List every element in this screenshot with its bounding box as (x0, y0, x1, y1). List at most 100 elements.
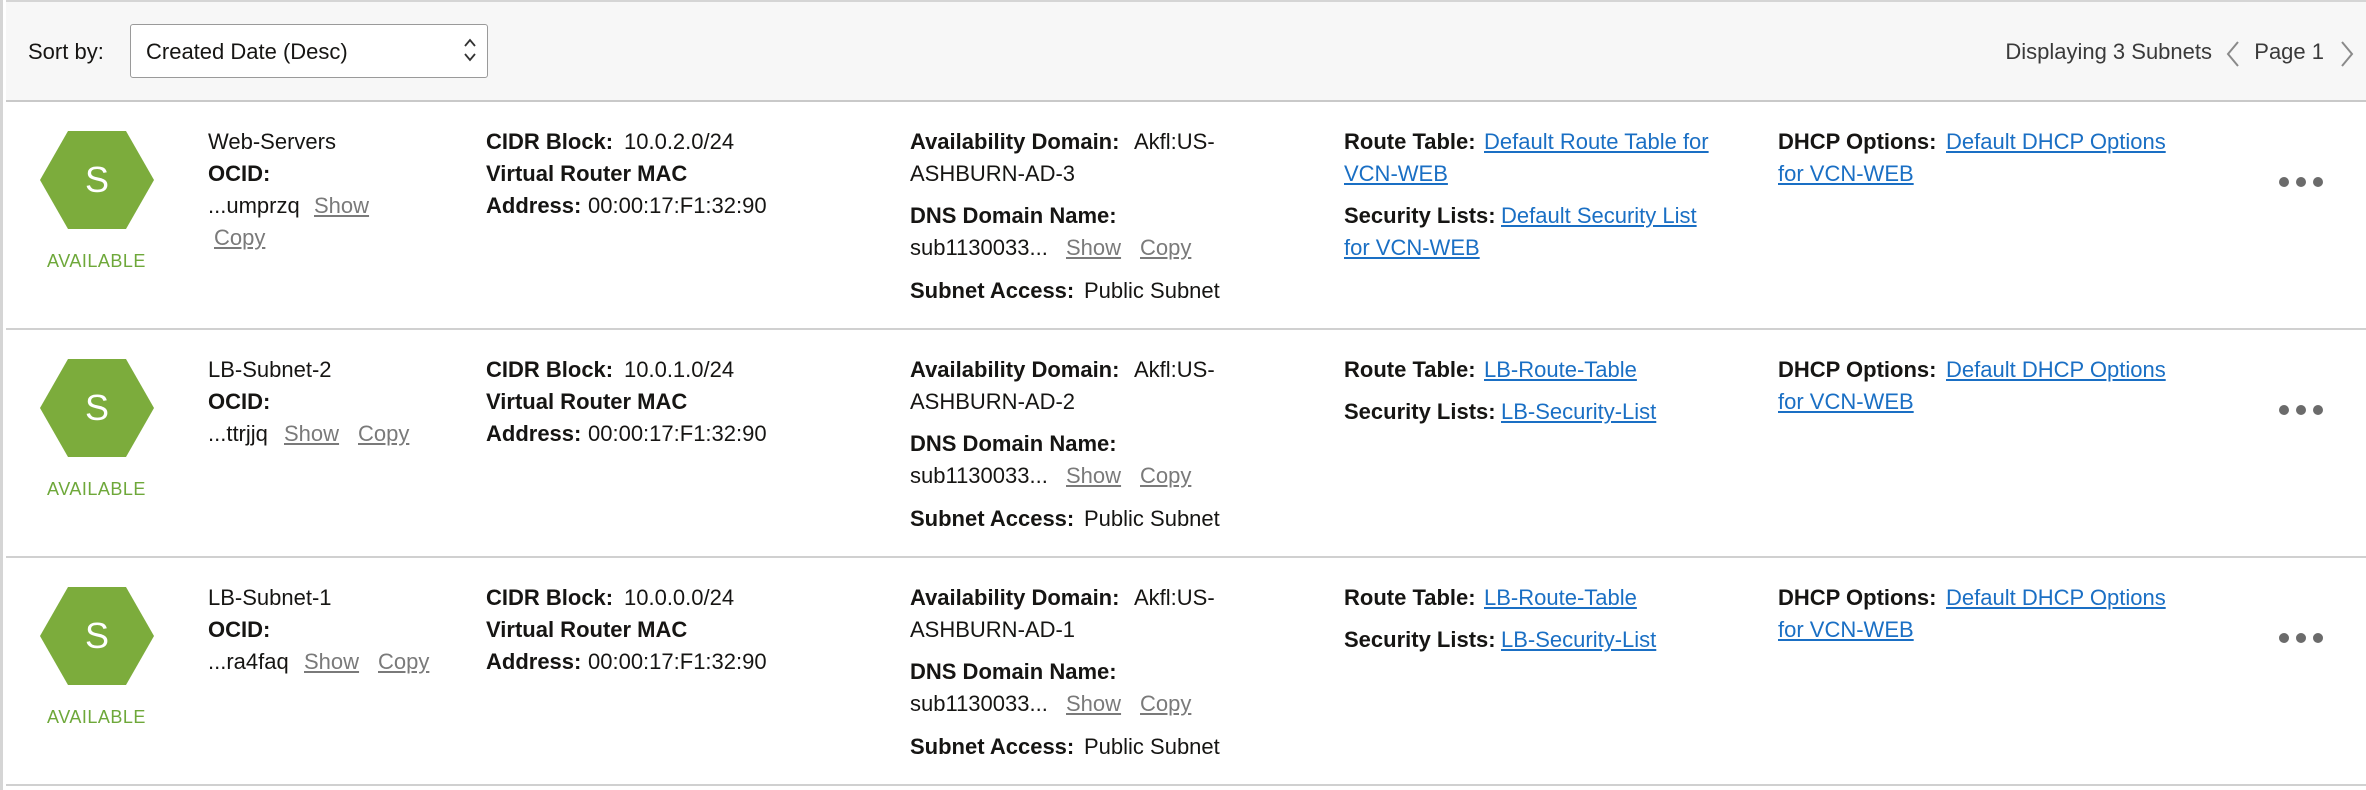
ocid-copy-link[interactable]: Copy (378, 646, 429, 678)
dns-show-link[interactable]: Show (1066, 460, 1121, 492)
subnet-row: S AVAILABLE LB-Subnet-1 OCID: ...ra4faq … (6, 558, 2366, 786)
ocid-copy-link[interactable]: Copy (214, 222, 265, 254)
security-lists-label: Security Lists: (1344, 399, 1496, 424)
dns-show-link[interactable]: Show (1066, 232, 1121, 264)
route-table-link-cont[interactable]: VCN-WEB (1344, 158, 1448, 190)
cidr-label: CIDR Block: (486, 129, 614, 154)
availability-domain-label: Availability Domain: (910, 585, 1120, 610)
security-lists-label: Security Lists: (1344, 627, 1496, 652)
dhcp-options-link-cont[interactable]: for VCN-WEB (1778, 386, 1914, 418)
route-table-link[interactable]: LB-Route-Table (1484, 354, 1637, 386)
displaying-count: Displaying 3 Subnets (2005, 39, 2212, 64)
availability-domain-value-cont: ASHBURN-AD-3 (910, 161, 1076, 186)
subnets-list-panel: Sort by: Created Date (Desc) Displaying … (0, 0, 2366, 790)
cidr-label: CIDR Block: (486, 357, 614, 382)
dns-domain-label: DNS Domain Name: (910, 203, 1117, 228)
dhcp-options-link[interactable]: Default DHCP Options (1946, 354, 2166, 386)
dns-domain-label: DNS Domain Name: (910, 431, 1117, 456)
subnet-hexagon-icon: S (40, 587, 154, 685)
route-table-label: Route Table: (1344, 585, 1476, 610)
subnet-access-label: Subnet Access: (910, 278, 1075, 303)
chevron-left-icon[interactable] (2225, 40, 2241, 68)
sort-label: Sort by: (28, 39, 104, 64)
dns-domain-label: DNS Domain Name: (910, 659, 1117, 684)
ocid-value: ...umprzq (208, 193, 300, 218)
dns-copy-link[interactable]: Copy (1140, 232, 1191, 264)
ocid-show-link[interactable]: Show (314, 190, 369, 222)
subnet-hexagon-icon: S (40, 359, 154, 457)
subnet-icon-letter: S (85, 159, 109, 200)
subnet-icon-letter: S (85, 387, 109, 428)
cidr-value: 10.0.2.0/24 (624, 129, 735, 154)
vr-mac-value: 00:00:17:F1:32:90 (588, 193, 767, 218)
dhcp-options-label: DHCP Options: (1778, 357, 1937, 382)
subnet-access-value: Public Subnet (1084, 278, 1220, 303)
security-list-link[interactable]: Default Security List (1501, 200, 1697, 232)
dns-domain-value: sub1130033... (910, 691, 1048, 716)
availability-domain-value-cont: ASHBURN-AD-2 (910, 389, 1076, 414)
ocid-show-link[interactable]: Show (304, 646, 359, 678)
dns-copy-link[interactable]: Copy (1140, 688, 1191, 720)
dhcp-options-link[interactable]: Default DHCP Options (1946, 582, 2166, 614)
security-lists-label: Security Lists: (1344, 203, 1496, 228)
ocid-show-link[interactable]: Show (284, 418, 339, 450)
more-actions-icon[interactable] (2278, 176, 2324, 188)
ocid-value: ...ttrjjq (208, 421, 268, 446)
cidr-value: 10.0.1.0/24 (624, 357, 735, 382)
route-table-label: Route Table: (1344, 357, 1476, 382)
ocid-label: OCID: (208, 161, 271, 186)
dhcp-options-link[interactable]: Default DHCP Options (1946, 126, 2166, 158)
subnet-access-value: Public Subnet (1084, 734, 1220, 759)
dns-domain-value: sub1130033... (910, 463, 1048, 488)
page-indicator: Page 1 (2254, 39, 2324, 64)
updown-chevron-icon (464, 38, 476, 62)
route-table-link[interactable]: LB-Route-Table (1484, 582, 1637, 614)
security-list-link-cont[interactable]: for VCN-WEB (1344, 232, 1480, 264)
more-actions-icon[interactable] (2278, 404, 2324, 416)
sort-select[interactable]: Created Date (Desc) (130, 24, 488, 78)
subnet-row: S AVAILABLE Web-Servers OCID: ...umprzq … (6, 102, 2366, 330)
dns-domain-value: sub1130033... (910, 235, 1048, 260)
chevron-right-icon[interactable] (2339, 40, 2355, 68)
subnet-name[interactable]: LB-Subnet-2 (208, 354, 332, 386)
security-list-link[interactable]: LB-Security-List (1501, 624, 1656, 656)
status-badge: AVAILABLE (47, 707, 146, 727)
availability-domain-label: Availability Domain: (910, 129, 1120, 154)
vr-mac-label: Virtual Router MAC (486, 161, 688, 186)
vr-mac-label: Virtual Router MAC (486, 617, 688, 642)
sort-selected-value: Created Date (Desc) (146, 39, 348, 64)
dhcp-options-label: DHCP Options: (1778, 585, 1937, 610)
subnet-name[interactable]: LB-Subnet-1 (208, 582, 332, 614)
dhcp-options-link-cont[interactable]: for VCN-WEB (1778, 158, 1914, 190)
dns-copy-link[interactable]: Copy (1140, 460, 1191, 492)
vr-mac-address-label: Address: (486, 421, 582, 446)
subnet-row: S AVAILABLE LB-Subnet-2 OCID: ...ttrjjq … (6, 330, 2366, 558)
vr-mac-label: Virtual Router MAC (486, 389, 688, 414)
route-table-link[interactable]: Default Route Table for (1484, 126, 1709, 158)
subnet-hexagon-icon: S (40, 131, 154, 229)
ocid-copy-link[interactable]: Copy (358, 418, 409, 450)
vr-mac-address-label: Address: (486, 649, 582, 674)
subnet-name[interactable]: Web-Servers (208, 126, 336, 158)
subnet-access-label: Subnet Access: (910, 506, 1075, 531)
cidr-label: CIDR Block: (486, 585, 614, 610)
vr-mac-value: 00:00:17:F1:32:90 (588, 649, 767, 674)
availability-domain-label: Availability Domain: (910, 357, 1120, 382)
availability-domain-value: Akfl:US- (1134, 585, 1215, 610)
subnet-access-value: Public Subnet (1084, 506, 1220, 531)
security-list-link[interactable]: LB-Security-List (1501, 396, 1656, 428)
ocid-label: OCID: (208, 617, 271, 642)
cidr-value: 10.0.0.0/24 (624, 585, 735, 610)
more-actions-icon[interactable] (2278, 632, 2324, 644)
dns-show-link[interactable]: Show (1066, 688, 1121, 720)
availability-domain-value: Akfl:US- (1134, 129, 1215, 154)
vr-mac-address-label: Address: (486, 193, 582, 218)
status-badge: AVAILABLE (47, 251, 146, 271)
ocid-value: ...ra4faq (208, 649, 289, 674)
dhcp-options-label: DHCP Options: (1778, 129, 1937, 154)
subnet-access-label: Subnet Access: (910, 734, 1075, 759)
ocid-label: OCID: (208, 389, 271, 414)
subnet-icon-letter: S (85, 615, 109, 656)
route-table-label: Route Table: (1344, 129, 1476, 154)
dhcp-options-link-cont[interactable]: for VCN-WEB (1778, 614, 1914, 646)
